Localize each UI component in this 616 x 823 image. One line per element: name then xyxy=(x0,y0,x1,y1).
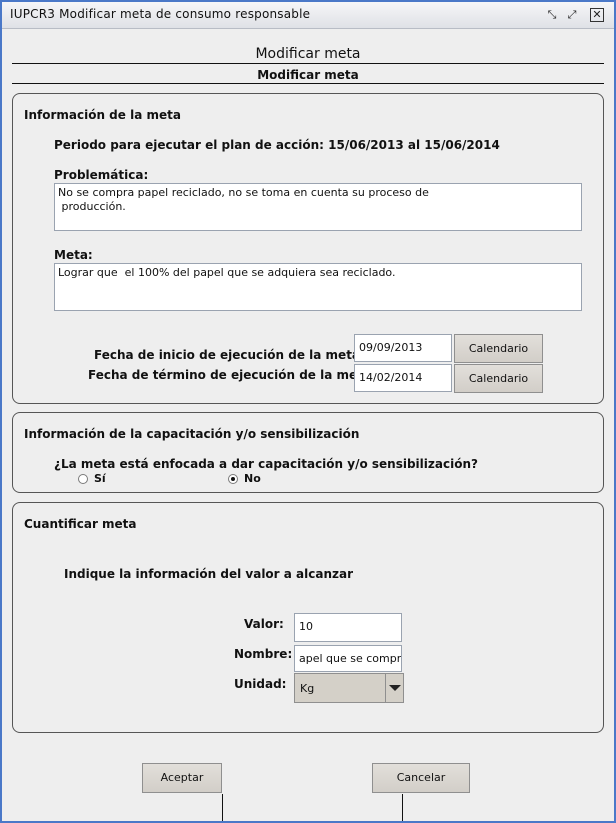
calendario-inicio-button[interactable]: Calendario xyxy=(454,334,543,363)
capacitacion-question: ¿La meta está enfocada a dar capacitació… xyxy=(54,457,478,471)
cuantificar-panel: Cuantificar meta Indique la información … xyxy=(12,502,604,733)
valor-label: Valor: xyxy=(244,617,284,631)
dialog-window: IUPCR3 Modificar meta de consumo respons… xyxy=(0,0,616,823)
chevron-down-icon xyxy=(389,685,401,691)
page-title: Modificar meta xyxy=(255,46,361,62)
fecha-inicio-label: Fecha de inicio de ejecución de la meta: xyxy=(94,348,365,362)
fecha-termino-field[interactable]: 14/02/2014 xyxy=(354,364,452,392)
capacitacion-panel: Información de la capacitación y/o sensi… xyxy=(12,412,604,493)
cuantificar-title: Cuantificar meta xyxy=(24,517,137,531)
cancelar-connector-line xyxy=(402,794,403,821)
subtitle-divider xyxy=(12,83,604,84)
unidad-selected-value: Kg xyxy=(300,682,315,695)
calendario-termino-button[interactable]: Calendario xyxy=(454,364,543,393)
title-divider xyxy=(12,63,604,64)
meta-info-title: Información de la meta xyxy=(24,108,181,122)
meta-info-panel: Información de la meta Periodo para ejec… xyxy=(12,93,604,404)
minimize-icon[interactable]: ⤡ xyxy=(545,8,559,22)
fecha-inicio-field[interactable]: 09/09/2013 xyxy=(354,334,452,362)
cuantificar-instruction: Indique la información del valor a alcan… xyxy=(64,567,354,581)
page-subtitle: Modificar meta xyxy=(257,68,359,82)
cancelar-button[interactable]: Cancelar xyxy=(372,763,470,793)
aceptar-connector-line xyxy=(222,794,223,821)
problematica-label: Problemática: xyxy=(54,168,149,182)
radio-si[interactable] xyxy=(78,474,88,484)
radio-no-label: No xyxy=(244,472,261,485)
periodo-text: Periodo para ejecutar el plan de acción:… xyxy=(54,138,500,152)
capacitacion-title: Información de la capacitación y/o sensi… xyxy=(24,427,360,441)
radio-no[interactable] xyxy=(228,474,238,484)
radio-selected-dot xyxy=(231,477,235,481)
close-icon[interactable]: ✕ xyxy=(590,8,604,22)
fecha-termino-label: Fecha de término de ejecución de la meta… xyxy=(88,368,376,382)
maximize-icon[interactable]: ⤢ xyxy=(565,8,579,22)
meta-label: Meta: xyxy=(54,248,93,262)
aceptar-button[interactable]: Aceptar xyxy=(142,763,222,793)
nombre-field[interactable]: apel que se compra xyxy=(294,645,402,672)
valor-field[interactable]: 10 xyxy=(294,613,402,642)
meta-textarea[interactable]: Lograr que el 100% del papel que se adqu… xyxy=(54,263,582,311)
nombre-label: Nombre: xyxy=(234,647,293,661)
unidad-select[interactable]: Kg xyxy=(294,673,404,703)
window-title: IUPCR3 Modificar meta de consumo respons… xyxy=(10,7,311,21)
unidad-dropdown-button[interactable] xyxy=(385,674,403,702)
unidad-label: Unidad: xyxy=(234,677,287,691)
problematica-textarea[interactable]: No se compra papel reciclado, no se toma… xyxy=(54,183,582,231)
title-bar[interactable]: IUPCR3 Modificar meta de consumo respons… xyxy=(2,2,614,29)
radio-si-label: Sí xyxy=(94,472,106,485)
